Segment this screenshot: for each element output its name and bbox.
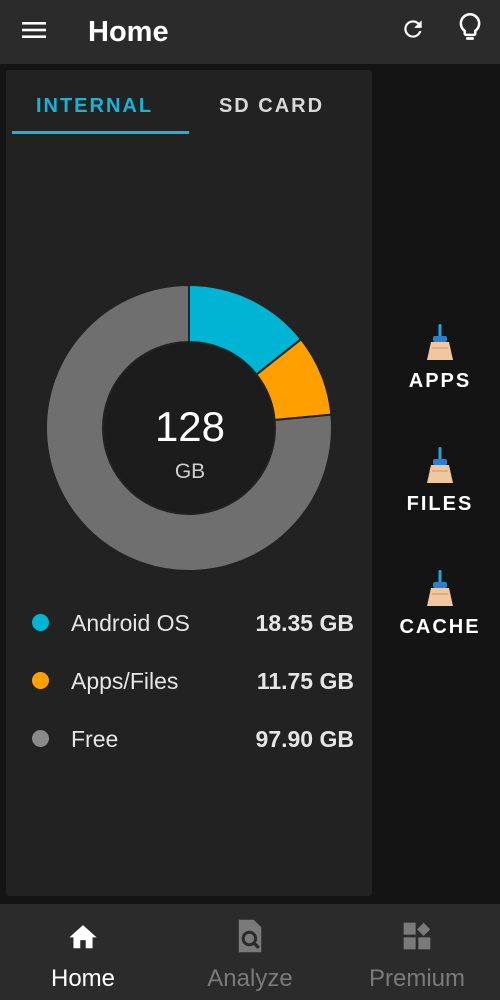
clean-cache-button[interactable]: CACHE (392, 568, 488, 658)
nav-home[interactable]: Home (0, 904, 166, 1000)
legend-dot-apps-files (32, 672, 49, 689)
menu-icon (21, 20, 47, 45)
legend-item-android-os: Android OS 18.35 GB (32, 604, 356, 640)
broom-icon (427, 447, 453, 483)
legend-value: 11.75 GB (256, 668, 354, 694)
broom-icon (427, 570, 453, 606)
clean-cache-label: CACHE (399, 616, 481, 638)
refresh-button[interactable] (394, 12, 432, 50)
legend-name: Free (71, 726, 119, 752)
clean-apps-label: APPS (408, 370, 472, 392)
premium-icon (397, 916, 437, 956)
clean-files-label: FILES (406, 493, 474, 515)
nav-premium-label: Premium (368, 965, 465, 992)
analyze-icon (230, 916, 270, 956)
legend-name: Apps/Files (71, 668, 179, 694)
tab-sd-card[interactable]: SD CARD (183, 78, 360, 134)
nav-home-label: Home (50, 965, 116, 992)
legend-item-free: Free 97.90 GB (32, 720, 356, 756)
legend-dot-android-os (32, 614, 49, 631)
legend-item-apps-files: Apps/Files 11.75 GB (32, 662, 356, 698)
clean-apps-button[interactable]: APPS (392, 322, 488, 412)
nav-analyze[interactable]: Analyze (167, 904, 333, 1000)
legend-dot-free (32, 730, 49, 747)
page-title: Home (88, 16, 169, 48)
refresh-icon (400, 16, 426, 47)
tab-internal-label: INTERNAL (35, 94, 154, 117)
clean-files-button[interactable]: FILES (392, 445, 488, 535)
nav-analyze-label: Analyze (207, 965, 293, 992)
app-bar: Home (0, 0, 500, 64)
legend-value: 97.90 GB (255, 726, 354, 752)
menu-button[interactable] (14, 14, 54, 50)
tab-sd-card-label: SD CARD (218, 94, 325, 117)
tab-indicator (12, 131, 189, 134)
broom-icon (427, 324, 453, 360)
total-storage-value: 128 (154, 403, 226, 450)
lightbulb-icon (456, 12, 484, 49)
nav-premium[interactable]: Premium (334, 904, 500, 1000)
bottom-navigation: Home Analyze Premium (0, 904, 500, 1000)
tips-button[interactable] (451, 10, 489, 50)
tab-internal[interactable]: INTERNAL (6, 78, 183, 134)
legend-value: 18.35 GB (255, 610, 354, 636)
home-icon (63, 916, 103, 956)
legend-name: Android OS (71, 610, 190, 636)
total-storage-unit: GB (174, 460, 206, 483)
